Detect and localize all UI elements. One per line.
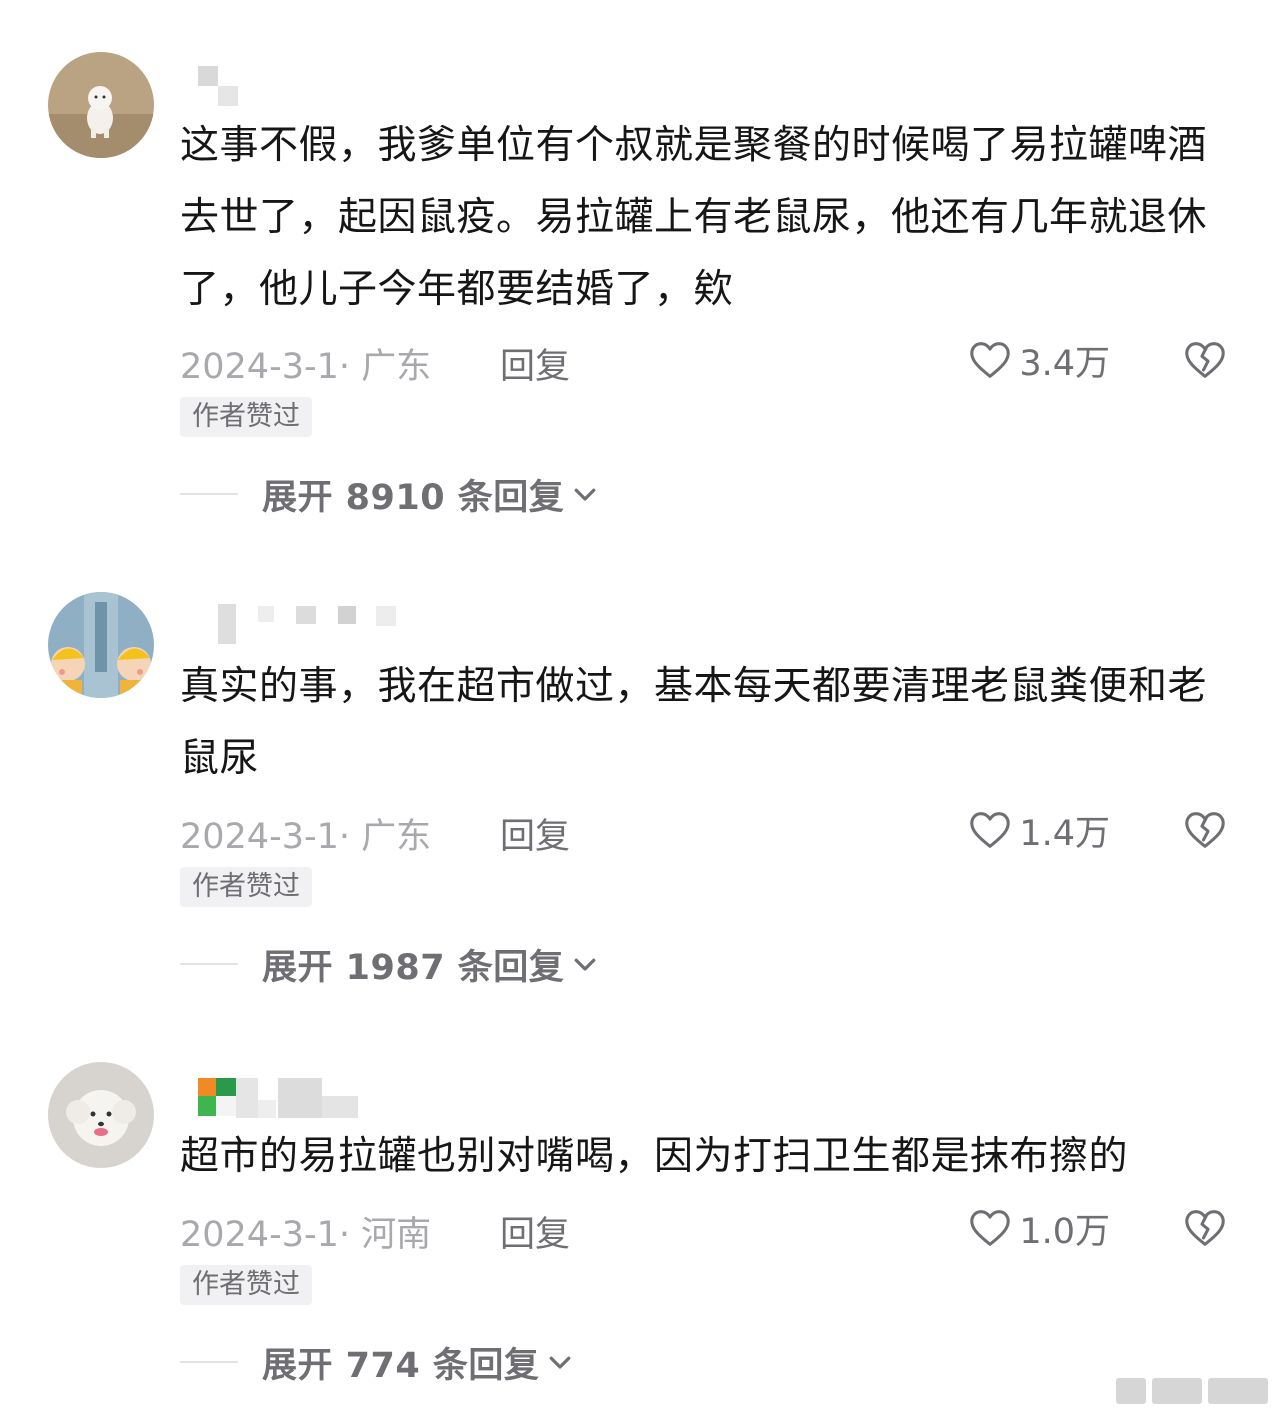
dislike-button[interactable]	[1180, 332, 1230, 388]
dislike-button[interactable]	[1180, 802, 1230, 858]
expand-replies-label: 展开 774 条回复	[262, 1345, 540, 1386]
reply-button[interactable]: 回复	[500, 1206, 570, 1257]
comment-text: 真实的事，我在超市做过，基本每天都要清理老鼠粪便和老鼠尿	[180, 664, 1208, 781]
like-count: 1.0万	[1019, 1211, 1110, 1252]
username-redacted[interactable]	[196, 604, 406, 648]
like-count: 3.4万	[1019, 343, 1110, 384]
like-button[interactable]: 1.4万	[967, 802, 1110, 858]
divider-line	[180, 963, 238, 965]
expand-replies-button[interactable]: 展开 774 条回复	[180, 1334, 575, 1390]
reply-button[interactable]: 回复	[500, 338, 570, 389]
username-redacted[interactable]	[196, 1078, 366, 1122]
heart-outline-icon	[970, 342, 1011, 378]
author-liked-badge: 作者赞过	[180, 867, 312, 907]
expand-replies-label: 展开 1987 条回复	[262, 947, 565, 988]
avatar-dog-image	[48, 52, 154, 158]
expand-replies-label: 展开 8910 条回复	[262, 477, 565, 518]
chevron-down-icon	[574, 958, 596, 971]
like-count: 1.4万	[1019, 813, 1110, 854]
broken-heart-icon	[1185, 1210, 1225, 1246]
avatar[interactable]	[48, 52, 154, 158]
chevron-down-icon	[550, 1356, 571, 1369]
author-liked-badge: 作者赞过	[180, 1265, 312, 1305]
comment-meta-row: 2024-3-1· 河南 回复 1.0万	[180, 1200, 1230, 1256]
avatar[interactable]	[48, 592, 154, 698]
comment-date-location: 2024-3-1· 河南	[180, 1215, 432, 1255]
author-liked-badge: 作者赞过	[180, 397, 312, 437]
watermark-blurred	[1116, 1378, 1271, 1404]
expand-replies-button[interactable]: 展开 1987 条回复	[180, 936, 600, 992]
comment-meta-row: 2024-3-1· 广东 回复 3.4万	[180, 332, 1230, 388]
broken-heart-icon	[1185, 342, 1225, 378]
divider-line	[180, 1361, 238, 1363]
divider-line	[180, 493, 238, 495]
like-button[interactable]: 1.0万	[967, 1200, 1110, 1256]
comment-meta-row: 2024-3-1· 广东 回复 1.4万	[180, 802, 1230, 858]
broken-heart-icon	[1185, 812, 1225, 848]
heart-outline-icon	[970, 1210, 1011, 1246]
comment-date-location: 2024-3-1· 广东	[180, 817, 432, 857]
like-button[interactable]: 3.4万	[967, 332, 1110, 388]
chevron-down-icon	[574, 488, 596, 501]
dislike-button[interactable]	[1180, 1200, 1230, 1256]
expand-replies-button[interactable]: 展开 8910 条回复	[180, 466, 600, 522]
avatar[interactable]	[48, 1062, 154, 1168]
comment-date-location: 2024-3-1· 广东	[180, 347, 432, 387]
avatar-dog-image	[48, 1062, 154, 1168]
heart-outline-icon	[970, 812, 1011, 848]
avatar-cartoon-image	[48, 592, 154, 698]
reply-button[interactable]: 回复	[500, 808, 570, 859]
comment-text: 这事不假，我爹单位有个叔就是聚餐的时候喝了易拉罐啤酒去世了，起因鼠疫。易拉罐上有…	[180, 123, 1208, 312]
username-redacted[interactable]	[196, 66, 256, 110]
comment-text: 超市的易拉罐也别对嘴喝，因为打扫卫生都是抹布擦的	[180, 1134, 1129, 1179]
